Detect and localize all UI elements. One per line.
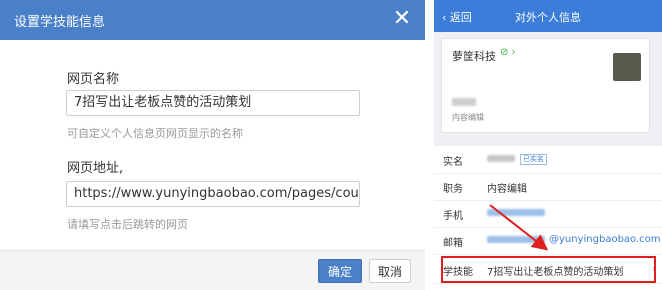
company-name: 萝筐科技 xyxy=(452,50,496,63)
row-key: 邮箱 xyxy=(443,238,463,249)
close-icon[interactable]: ✕ xyxy=(389,6,415,32)
page-name-input[interactable]: 7招写出让老板点赞的活动策划 xyxy=(66,90,360,116)
list-item: 职务 内容编辑 xyxy=(434,173,662,201)
row-key: 职务 xyxy=(443,184,463,195)
dialog-header: 设置学技能信息 ✕ xyxy=(0,0,425,40)
blurred-email-prefix xyxy=(487,236,545,243)
row-value: 内容编辑 xyxy=(487,184,527,195)
cancel-button[interactable]: 取消 xyxy=(369,259,411,283)
blurred-name xyxy=(452,98,476,106)
email-link[interactable]: @yunyingbaobao.com xyxy=(549,234,661,245)
page-name-label: 网页名称 xyxy=(67,72,120,87)
verified-check-icon: ⊘ › xyxy=(500,47,516,58)
page-url-hint: 请填写点击后跳转的网页 xyxy=(67,218,188,231)
confirm-button[interactable]: 确定 xyxy=(318,259,362,283)
row-key: 实名 xyxy=(443,157,463,168)
dialog-title: 设置学技能信息 xyxy=(14,15,106,30)
profile-card: 萝筐科技 ⊘ › 内容编辑 xyxy=(441,38,650,133)
phone-nav-bar: ‹ 返回 对外个人信息 xyxy=(434,0,662,32)
page-url-input[interactable]: https://www.yunyingbaobao.com/pages/cour… xyxy=(66,181,360,207)
list-item: 实名 已实名 xyxy=(434,146,662,174)
skill-info-dialog: 设置学技能信息 ✕ 网页名称 7招写出让老板点赞的活动策划 可自定义个人信息页网… xyxy=(0,0,425,290)
highlight-box xyxy=(441,256,656,283)
page-url-label: 网页地址, xyxy=(67,161,124,176)
phone-preview: ‹ 返回 对外个人信息 萝筐科技 ⊘ › 内容编辑 实名 已实名 职务 内容编辑… xyxy=(434,0,662,289)
phone-nav-title: 对外个人信息 xyxy=(515,11,581,24)
blurred-phone[interactable] xyxy=(487,209,545,216)
dialog-footer: 确定 取消 xyxy=(0,250,425,290)
status-badge: 已实名 xyxy=(520,154,547,165)
list-item: 手机 xyxy=(434,200,662,228)
avatar xyxy=(613,53,641,81)
blurred-value xyxy=(487,155,515,162)
list-item: 邮箱 @yunyingbaobao.com xyxy=(434,227,662,255)
row-key: 手机 xyxy=(443,211,463,222)
profile-role: 内容编辑 xyxy=(452,113,484,122)
page-name-hint: 可自定义个人信息页网页显示的名称 xyxy=(67,127,243,140)
